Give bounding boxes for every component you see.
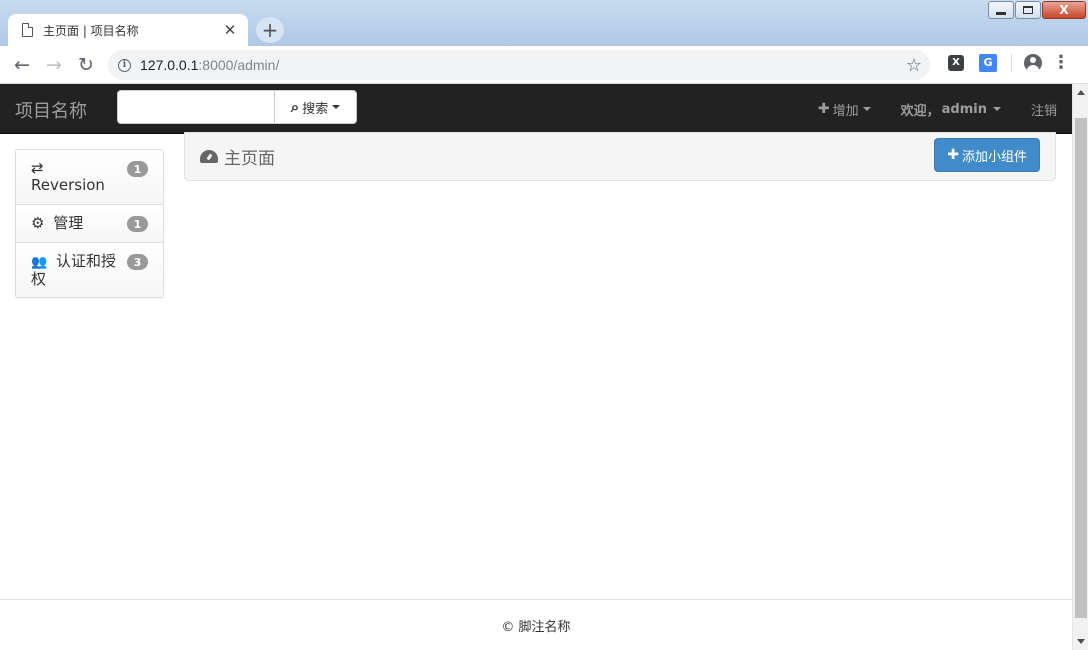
extension-x-icon[interactable]: X	[948, 54, 964, 71]
page-header: 主页面 ✚ 添加小组件	[184, 132, 1056, 181]
site-info-icon[interactable]: i	[118, 58, 131, 72]
search-icon: ⌕	[290, 98, 300, 116]
extension-area: X G ⋮	[942, 52, 1070, 73]
search-button[interactable]: ⌕ 搜索	[274, 90, 357, 124]
exchange-icon: ⇄	[31, 159, 44, 177]
sidebar-item-admin[interactable]: ⚙ 管理 1	[16, 205, 163, 243]
browser-titlebar: 主页面 | 项目名称 ✕ + X	[0, 0, 1088, 46]
add-widget-button[interactable]: ✚ 添加小组件	[934, 138, 1040, 172]
back-arrow-icon[interactable]: ←	[6, 49, 38, 81]
vertical-scrollbar[interactable]	[1072, 84, 1088, 650]
maximize-icon	[1023, 6, 1033, 14]
url-path: :8000/admin/	[198, 57, 280, 73]
count-badge: 1	[127, 216, 148, 232]
tab-title: 主页面 | 项目名称	[43, 23, 139, 38]
minimize-button[interactable]	[988, 1, 1014, 19]
translate-extension-icon[interactable]: G	[979, 53, 997, 72]
plus-icon: ✚	[817, 101, 830, 117]
footer-copyright: © 脚注名称	[501, 619, 571, 635]
minimize-icon	[996, 11, 1006, 15]
search-input[interactable]	[117, 90, 275, 124]
navbar-right: ✚ 增加 欢迎， admin 注销	[803, 84, 1072, 134]
sidebar-menu: ⇄ Reversion 1 ⚙ 管理 1 👥 认证和授权 3	[15, 149, 164, 298]
search-button-label: 搜索	[302, 101, 329, 117]
plus-icon: ✚	[947, 147, 959, 163]
logout-link[interactable]: 注销	[1016, 84, 1072, 134]
scrollbar-thumb[interactable]	[1075, 118, 1087, 618]
document-icon	[22, 23, 33, 37]
browser-tab[interactable]: 主页面 | 项目名称 ✕	[8, 14, 248, 46]
count-badge: 3	[127, 254, 148, 270]
top-navbar: 项目名称 ⌕ 搜索 ✚ 增加 欢迎， admin 注销	[0, 84, 1072, 134]
window-close-button[interactable]: X	[1042, 1, 1086, 19]
browser-menu-icon[interactable]: ⋮	[1052, 52, 1070, 73]
browser-toolbar: ← → ↻ i 127.0.0.1:8000/admin/ ☆ X G ⋮	[0, 46, 1088, 84]
sidebar-item-auth[interactable]: 👥 认证和授权 3	[16, 243, 163, 297]
bookmark-star-icon[interactable]: ☆	[906, 55, 922, 76]
welcome-text: 欢迎，	[900, 103, 940, 119]
sidebar-item-reversion[interactable]: ⇄ Reversion 1	[16, 150, 163, 205]
users-icon: 👥	[31, 255, 48, 270]
sidebar-item-label: Reversion	[31, 176, 105, 194]
brand-link[interactable]: 项目名称	[15, 97, 87, 123]
profile-avatar-icon[interactable]	[1024, 53, 1042, 72]
sidebar-item-label: 管理	[53, 214, 84, 232]
address-bar[interactable]: i 127.0.0.1:8000/admin/ ☆	[108, 50, 930, 80]
add-dropdown[interactable]: ✚ 增加	[803, 84, 886, 134]
tab-close-icon[interactable]: ✕	[222, 21, 238, 39]
cog-icon: ⚙	[31, 214, 45, 232]
new-tab-button[interactable]: +	[256, 17, 284, 43]
page-content: 项目名称 ⌕ 搜索 ✚ 增加 欢迎， admin 注销 ⇄ Reversion …	[0, 84, 1072, 650]
page-title-text: 主页面	[224, 149, 275, 169]
forward-arrow-icon[interactable]: →	[38, 49, 70, 81]
dashboard-icon	[200, 150, 218, 163]
scroll-down-arrow-icon[interactable]	[1077, 639, 1085, 644]
url-host: 127.0.0.1	[140, 57, 199, 73]
username: admin	[941, 101, 987, 117]
caret-down-icon	[862, 107, 871, 111]
user-dropdown[interactable]: 欢迎， admin	[886, 84, 1016, 134]
toolbar-separator	[1011, 53, 1012, 72]
scroll-up-arrow-icon[interactable]	[1077, 90, 1085, 95]
reload-icon[interactable]: ↻	[70, 49, 102, 81]
maximize-button[interactable]	[1015, 1, 1041, 19]
page-footer: © 脚注名称	[0, 599, 1072, 650]
add-dropdown-label: 增加	[832, 103, 859, 119]
add-widget-label: 添加小组件	[961, 149, 1027, 165]
window-controls: X	[987, 1, 1086, 19]
page-title: 主页面	[200, 144, 275, 169]
caret-down-icon	[332, 105, 341, 109]
count-badge: 1	[127, 161, 148, 177]
caret-down-icon	[992, 107, 1001, 111]
